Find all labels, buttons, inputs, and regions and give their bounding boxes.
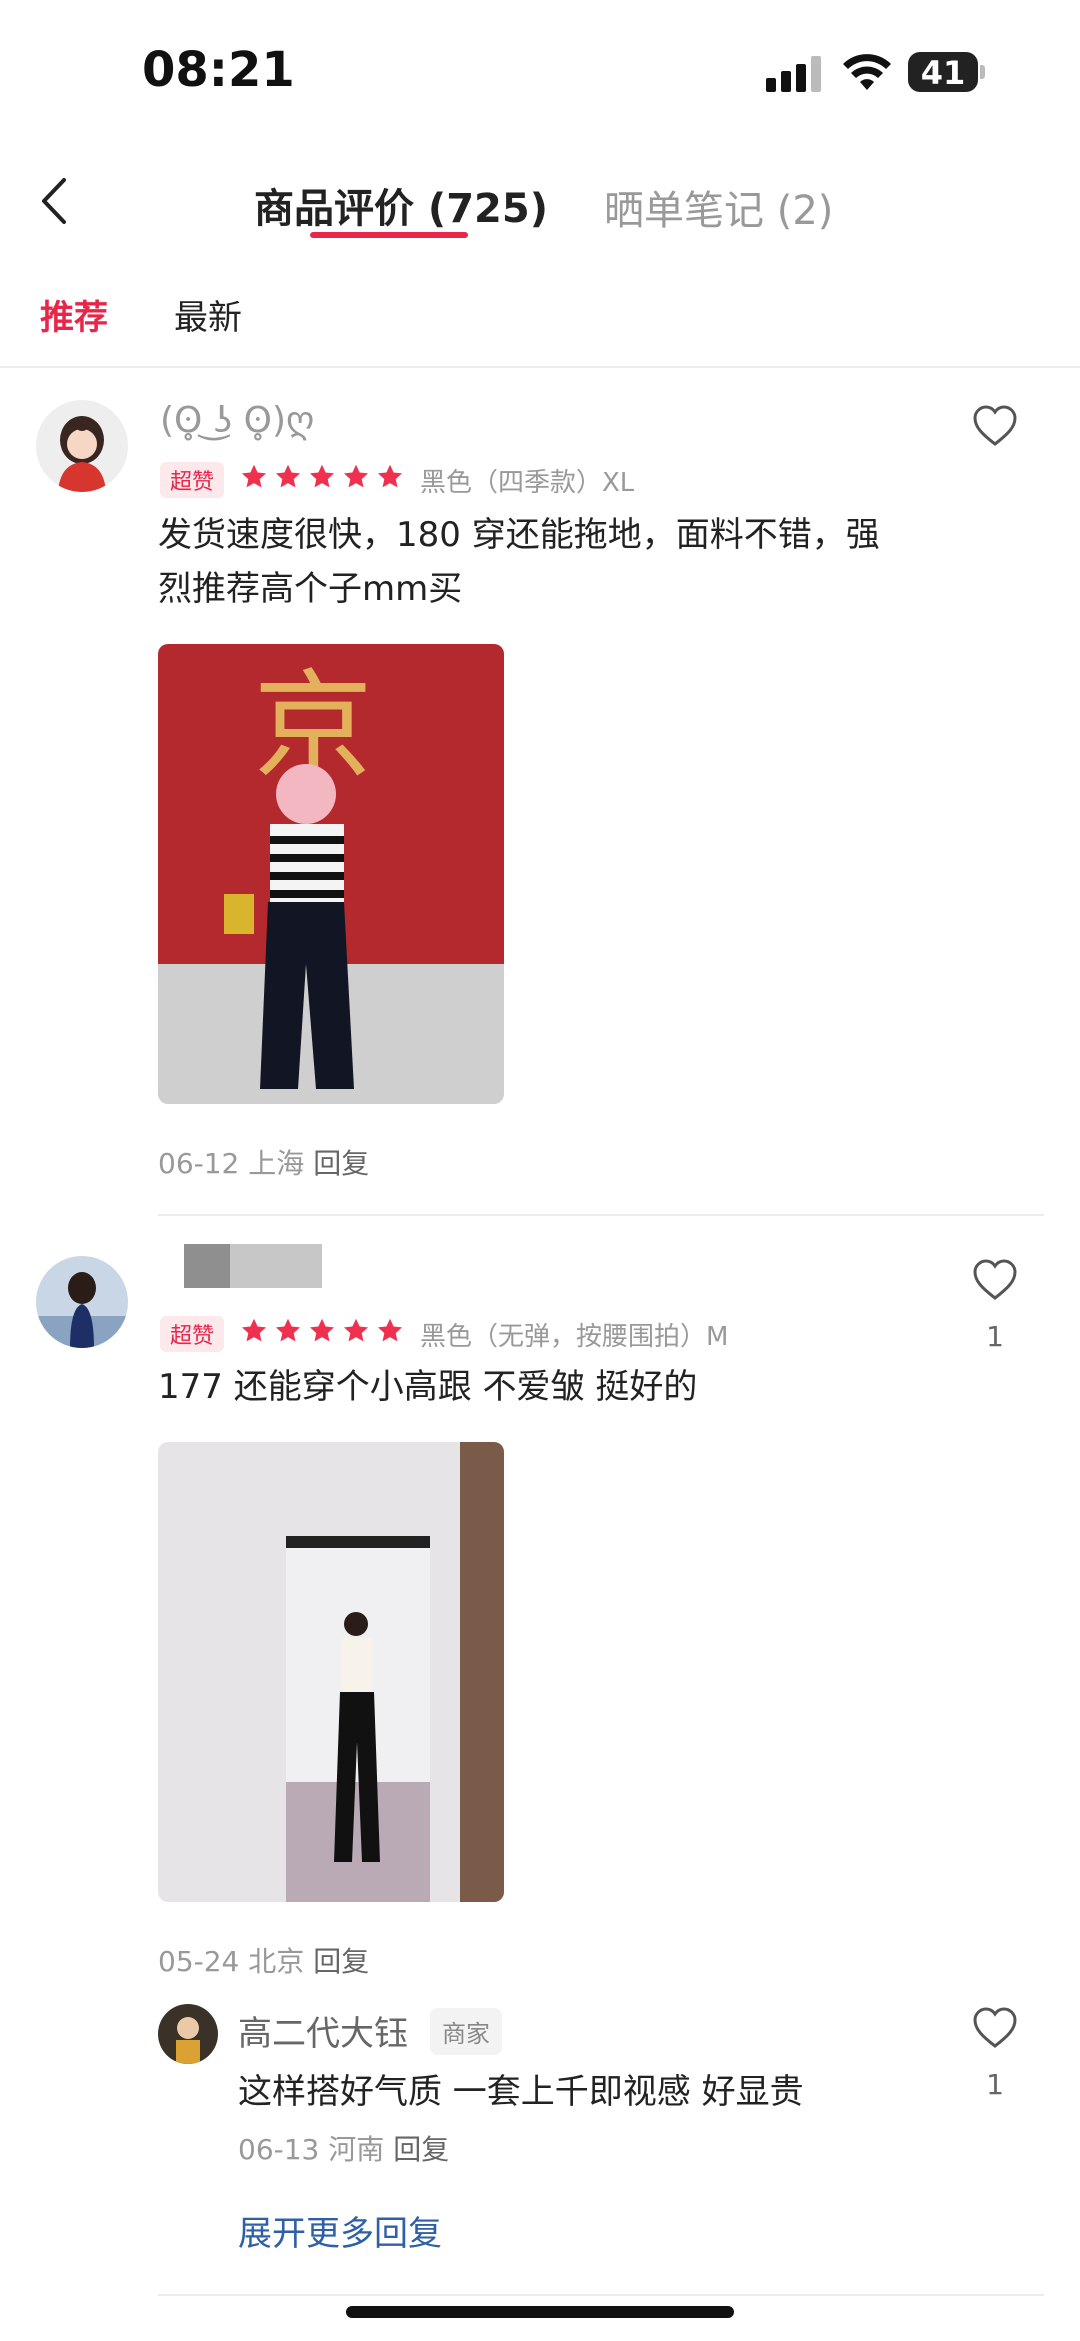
review-meta: 06-12 上海 回复 <box>158 1142 369 1182</box>
review-divider <box>158 1214 1044 1216</box>
home-indicator[interactable] <box>346 2306 734 2318</box>
reply-date: 06-13 <box>238 2133 320 2166</box>
review-sku: 黑色（无弹，按腰围拍）M <box>420 1322 729 1352</box>
review-photo[interactable]: 京 <box>158 644 504 1104</box>
review-username[interactable]: (ʘ̥ ͜ʖ ʘ̥)ღ <box>160 400 314 441</box>
star-icon <box>309 464 335 488</box>
redacted-username <box>184 1244 230 1288</box>
signal-icon <box>766 56 821 92</box>
star-icon <box>241 1318 267 1342</box>
review-content: 177 还能穿个小高跟 不爱皱 挺好的 <box>158 1367 698 1407</box>
star-icon <box>343 1318 369 1342</box>
expand-more-replies-link[interactable]: 展开更多回复 <box>238 2206 442 2255</box>
header-divider <box>0 366 1080 368</box>
review-photo[interactable] <box>158 1442 504 1902</box>
tab-product-reviews[interactable]: 商品评价 (725) <box>254 176 548 234</box>
merchant-tag: 商家 <box>430 2008 502 2055</box>
review-meta: 05-24 北京 回复 <box>158 1940 369 1980</box>
merchant-reply-meta: 06-13 河南 回复 <box>238 2128 449 2168</box>
review-location: 北京 <box>248 1945 305 1978</box>
star-icon <box>275 464 301 488</box>
avatar[interactable] <box>36 1256 128 1348</box>
back-arrow-icon[interactable] <box>36 176 76 226</box>
star-icon <box>241 464 267 488</box>
battery-level: 41 <box>920 54 966 92</box>
like-heart-icon[interactable] <box>972 2006 1018 2050</box>
star-rating <box>240 1317 404 1345</box>
wifi-icon <box>843 54 891 90</box>
like-count: 1 <box>986 1320 1004 1353</box>
sort-recommended[interactable]: 推荐 <box>40 290 108 339</box>
sort-latest[interactable]: 最新 <box>174 290 242 339</box>
star-icon <box>343 464 369 488</box>
like-heart-icon[interactable] <box>972 404 1018 448</box>
star-icon <box>275 1318 301 1342</box>
review-divider <box>158 2294 1044 2296</box>
like-count: 1 <box>986 2068 1004 2101</box>
reply-link[interactable]: 回复 <box>313 1147 369 1180</box>
tab-show-notes[interactable]: 晒单笔记 (2) <box>604 178 833 236</box>
star-icon <box>377 1318 403 1342</box>
active-tab-indicator <box>310 232 468 238</box>
avatar[interactable] <box>36 400 128 492</box>
review-location: 上海 <box>248 1147 305 1180</box>
praise-badge: 超赞 <box>160 1316 225 1352</box>
merchant-name[interactable]: 高二代大钰 <box>238 2006 408 2055</box>
review-content: 发货速度很快，180 穿还能拖地，面料不错，强 烈推荐高个子mm买 <box>158 508 880 616</box>
merchant-avatar[interactable] <box>158 2004 218 2064</box>
review-sku: 黑色（四季款）XL <box>420 468 635 498</box>
review-date: 05-24 <box>158 1945 240 1978</box>
like-heart-icon[interactable] <box>972 1258 1018 1302</box>
star-icon <box>309 1318 335 1342</box>
reply-location: 河南 <box>328 2133 385 2166</box>
reply-link[interactable]: 回复 <box>313 1945 369 1978</box>
reply-link[interactable]: 回复 <box>393 2133 449 2166</box>
star-icon <box>377 464 403 488</box>
praise-badge: 超赞 <box>160 462 225 498</box>
redacted-username <box>230 1244 322 1288</box>
review-date: 06-12 <box>158 1147 240 1180</box>
review-content-line: 烈推荐高个子mm买 <box>158 569 463 609</box>
battery-icon: 41 <box>908 52 986 92</box>
review-content-line: 发货速度很快，180 穿还能拖地，面料不错，强 <box>158 515 880 555</box>
star-rating <box>240 463 404 491</box>
merchant-reply-text: 这样搭好气质 一套上千即视感 好显贵 <box>238 2072 804 2112</box>
status-time: 08:21 <box>142 42 295 98</box>
